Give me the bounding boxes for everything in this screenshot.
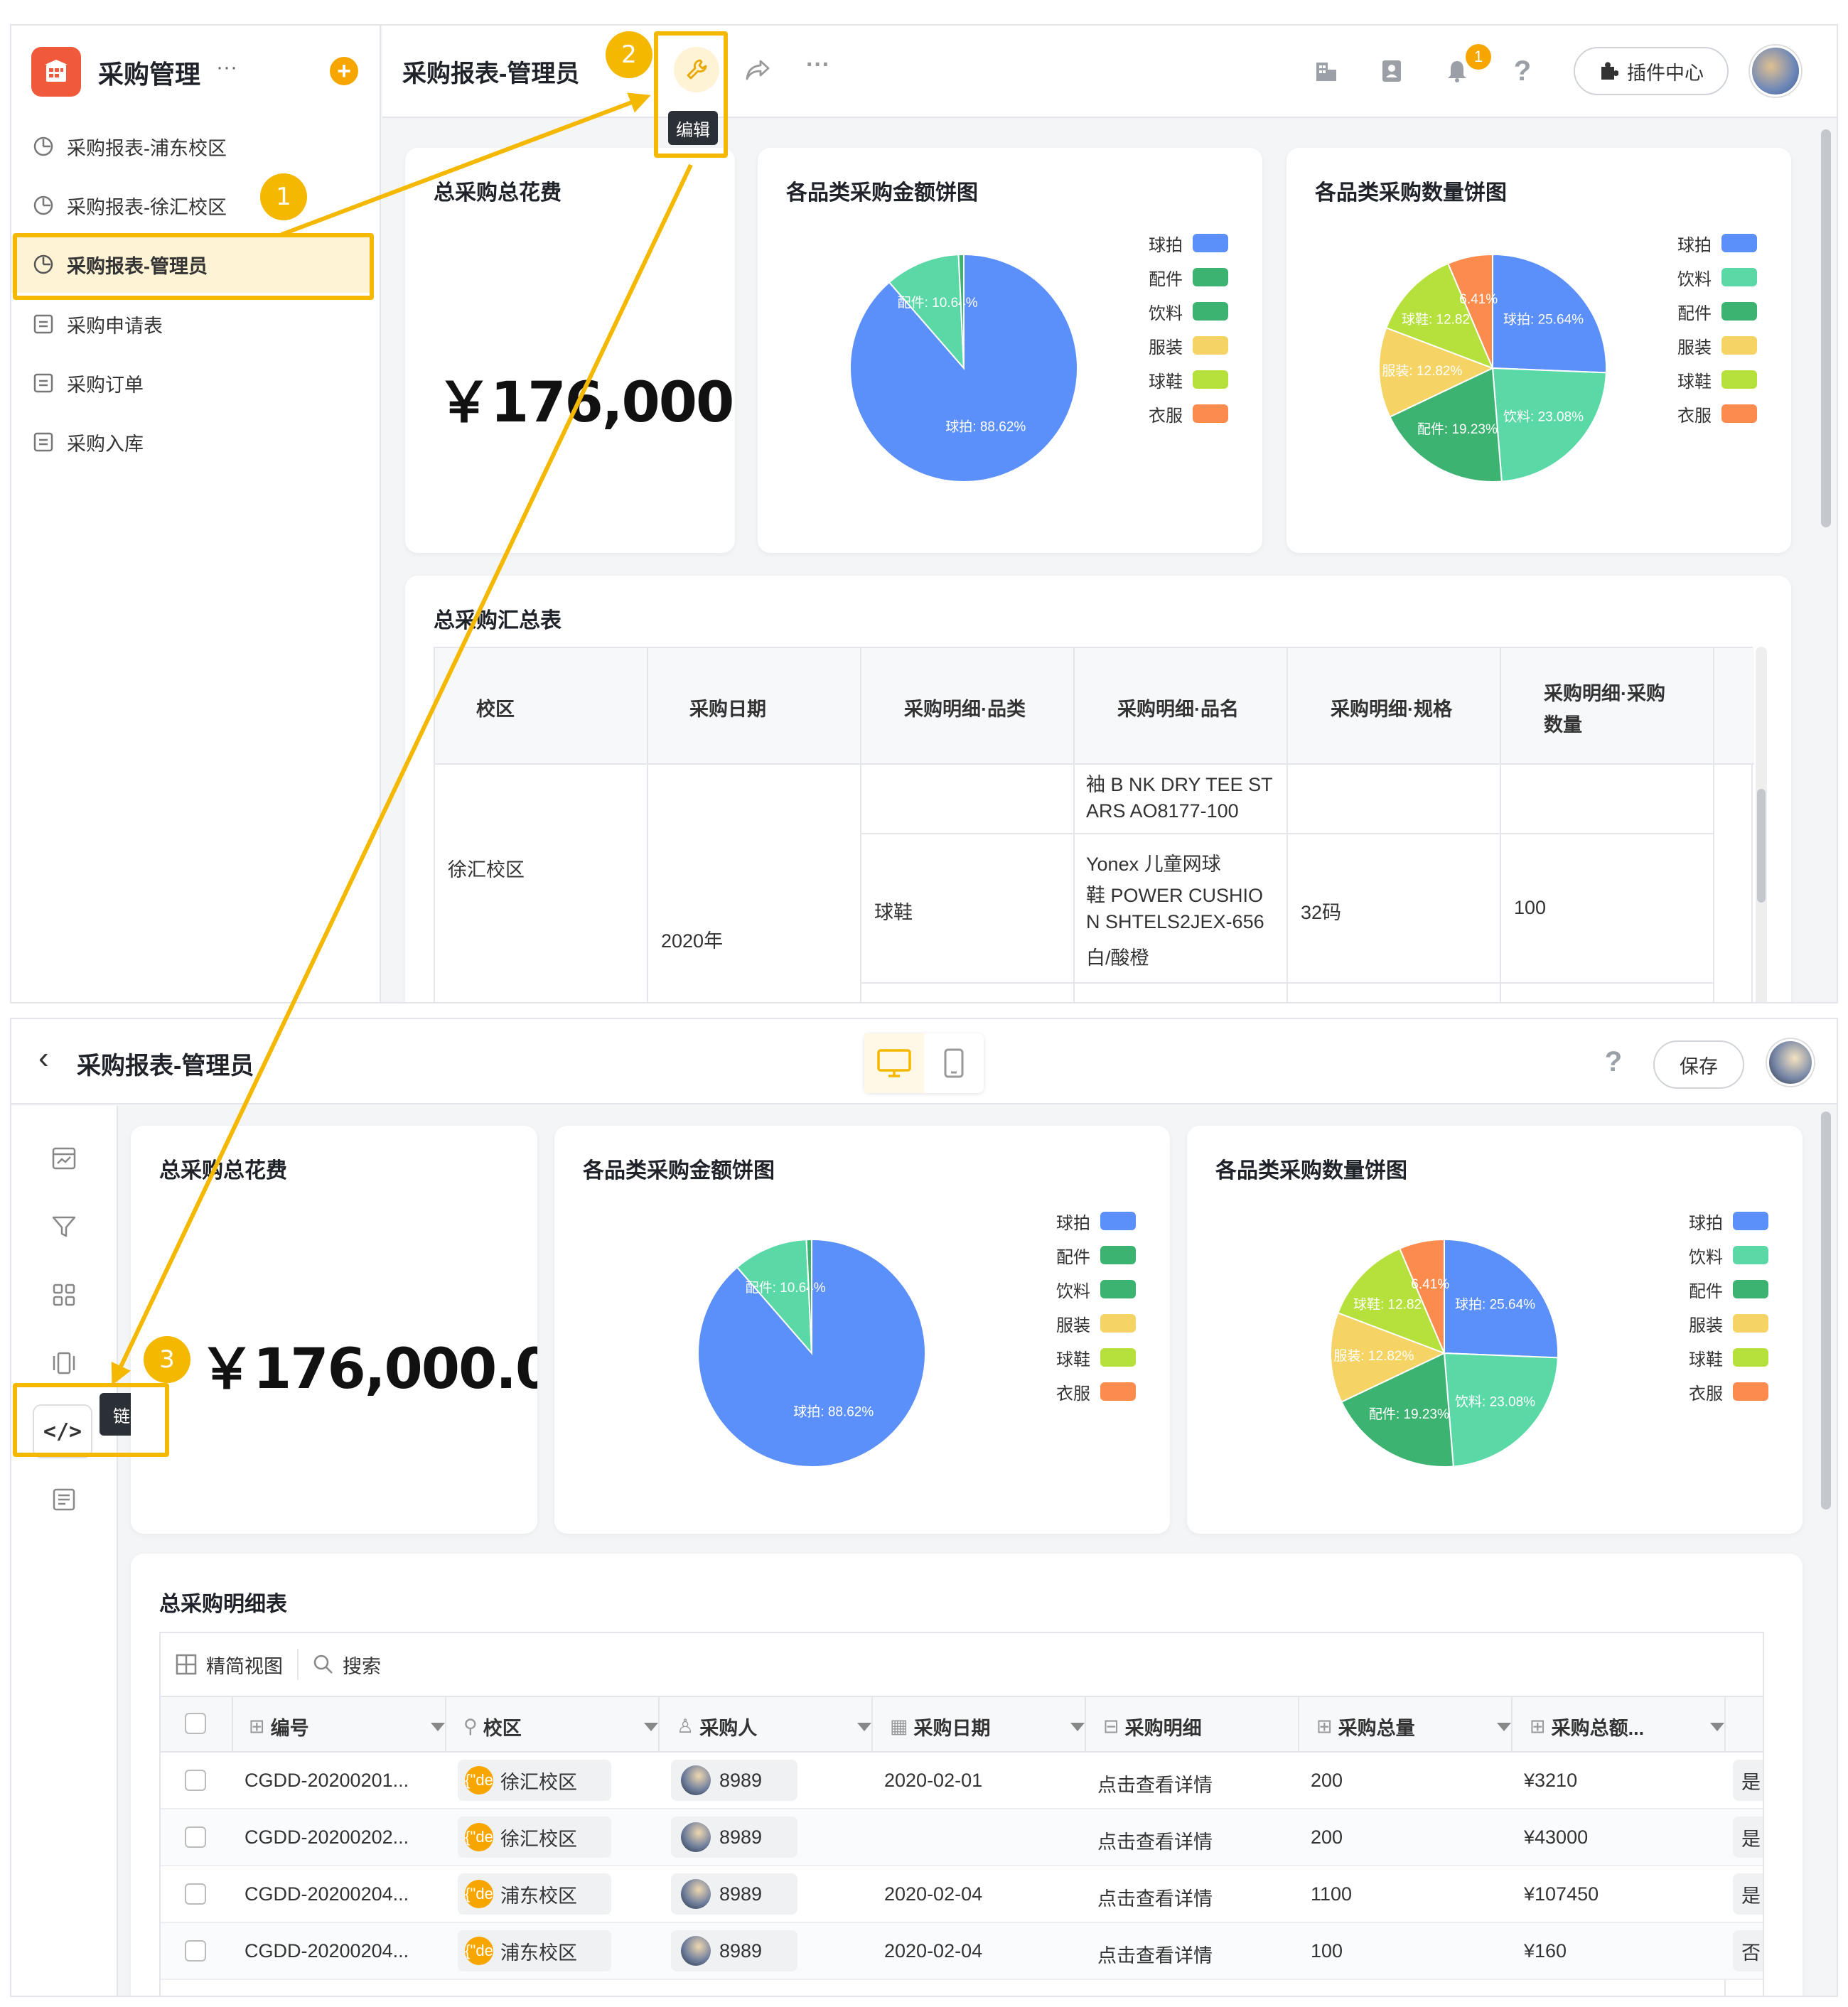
- step-badge-3: 3: [144, 1336, 190, 1383]
- arrow-2-to-3: [111, 163, 693, 1386]
- step-badge-1: 1: [260, 173, 307, 220]
- annotation-arrows: [111, 92, 693, 1386]
- step-badge-2: 2: [606, 31, 652, 78]
- arrow-1-to-2: [280, 92, 651, 237]
